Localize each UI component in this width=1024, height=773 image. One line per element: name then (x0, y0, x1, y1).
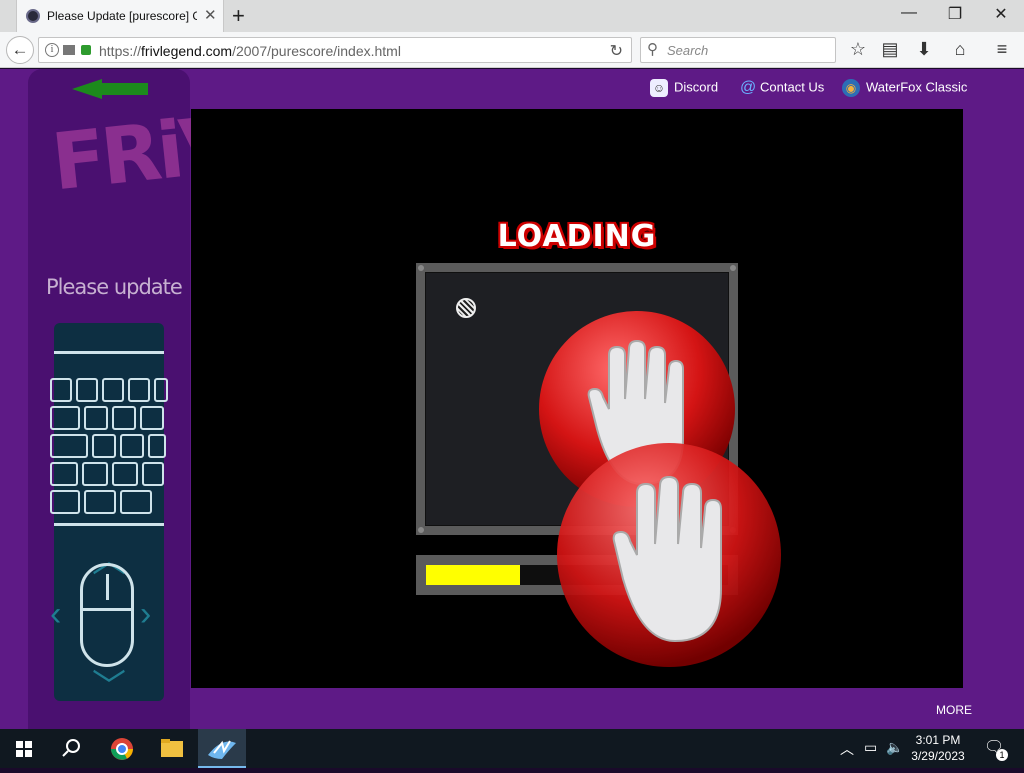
at-sign-icon: @ (740, 79, 757, 96)
address-bar[interactable]: i https://frivlegend.com/2007/purescore/… (38, 37, 632, 63)
tab-strip: Please Update [purescore] G ✕ + — ❐ ✕ (0, 0, 1024, 32)
bookmark-star-icon[interactable]: ☆ (846, 39, 870, 60)
search-placeholder: Search (667, 43, 709, 58)
waterfox-link[interactable]: ◉ WaterFox Classic (842, 79, 967, 97)
chrome-button[interactable] (98, 729, 146, 768)
contact-us-label: Contact Us (760, 79, 825, 95)
page-icon (63, 45, 75, 55)
key-shape (50, 434, 88, 458)
navigation-toolbar: ← i https://frivlegend.com/2007/purescor… (0, 32, 1024, 68)
stop-hand-icon (557, 443, 781, 667)
key-shape (82, 462, 108, 486)
chrome-icon (111, 738, 133, 760)
key-shape (112, 406, 136, 430)
waterfox-icon (208, 740, 236, 759)
key-shape (84, 406, 108, 430)
clock-time: 3:01 PM (915, 733, 961, 747)
new-tab-button[interactable]: + (232, 3, 245, 29)
folder-icon (161, 739, 183, 757)
key-shape (84, 490, 116, 514)
more-link[interactable]: MORE (936, 703, 972, 717)
waterfox-icon: ◉ (842, 79, 860, 97)
key-shape (102, 378, 124, 402)
back-button[interactable]: ← (6, 36, 34, 64)
notification-count: 1 (996, 749, 1008, 761)
volume-icon[interactable]: 🔈 (886, 739, 903, 756)
update-text: Please update pur (46, 275, 186, 299)
cursor-icon (456, 298, 476, 318)
reload-icon[interactable]: ↻ (610, 41, 623, 61)
downloads-icon[interactable]: ⬇ (912, 39, 936, 60)
file-explorer-button[interactable] (148, 729, 196, 768)
key-shape (50, 462, 78, 486)
key-shape (120, 434, 144, 458)
back-arrow-shaft[interactable] (100, 83, 148, 95)
waterfox-label: WaterFox Classic (866, 79, 968, 95)
key-shape (154, 378, 168, 402)
search-icon (62, 739, 80, 757)
network-icon[interactable]: ▭ (864, 739, 877, 756)
home-icon[interactable]: ⌂ (948, 39, 972, 60)
page-content: FRiV Please update pur ︿ ‹ › ﹀ ☺Discord … (0, 69, 1024, 729)
bolt-icon (730, 265, 736, 271)
url-text[interactable]: https://frivlegend.com/2007/purescore/in… (99, 43, 401, 59)
key-shape (128, 378, 150, 402)
key-shape (112, 462, 138, 486)
key-shape (50, 490, 80, 514)
info-icon[interactable]: i (45, 43, 59, 57)
chevron-up-icon[interactable]: ︿ (840, 739, 854, 759)
site-favicon-icon (26, 9, 40, 23)
restore-button[interactable]: ❐ (940, 4, 970, 24)
waterfox-taskbar-button[interactable] (198, 729, 246, 768)
key-shape (120, 490, 152, 514)
windows-icon (16, 741, 32, 757)
lock-icon[interactable] (81, 45, 91, 55)
search-input[interactable]: ⚲ Search (640, 37, 836, 63)
discord-icon: ☺ (650, 79, 668, 97)
bolt-icon (418, 265, 424, 271)
browser-tab[interactable]: Please Update [purescore] G ✕ (16, 0, 224, 32)
discord-link[interactable]: ☺ Discord (650, 79, 718, 97)
clock-date: 3/29/2023 (911, 749, 965, 763)
discord-label: Discord (674, 79, 719, 95)
close-window-button[interactable]: ✕ (986, 4, 1016, 24)
back-arrow-icon[interactable] (72, 79, 102, 99)
menu-icon[interactable]: ≡ (990, 39, 1014, 60)
close-tab-icon[interactable]: ✕ (204, 6, 217, 24)
key-shape (148, 434, 166, 458)
arrow-left-icon: ‹ (50, 595, 62, 633)
search-icon: ⚲ (647, 41, 658, 58)
minimize-button[interactable]: — (894, 4, 924, 22)
arrow-right-icon: › (140, 595, 152, 633)
key-shape (92, 434, 116, 458)
key-shape (140, 406, 164, 430)
loading-title: LOADING (497, 219, 657, 254)
search-button[interactable] (48, 729, 96, 768)
contact-us-link[interactable]: @ Contact Us (740, 79, 824, 97)
mouse-icon (80, 563, 134, 667)
taskbar: ︿ ▭ 🔈 3:01 PM 3/29/2023 🗨 1 (0, 729, 1024, 768)
game-canvas[interactable]: LOADING (191, 109, 963, 688)
bolt-icon (418, 527, 424, 533)
clock[interactable]: 3:01 PM 3/29/2023 (906, 732, 970, 764)
keyboard-bottom-line (54, 523, 164, 526)
controls-panel: ︿ ‹ › ﹀ (50, 323, 168, 706)
reading-list-icon[interactable]: ▤ (878, 39, 902, 60)
tab-title: Please Update [purescore] G (47, 9, 197, 23)
keyboard-top-line (54, 351, 164, 354)
keyboard-icon (50, 378, 72, 402)
start-button[interactable] (0, 729, 48, 768)
key-shape (142, 462, 164, 486)
progress-fill (426, 565, 520, 585)
key-shape (76, 378, 98, 402)
key-shape (50, 406, 80, 430)
